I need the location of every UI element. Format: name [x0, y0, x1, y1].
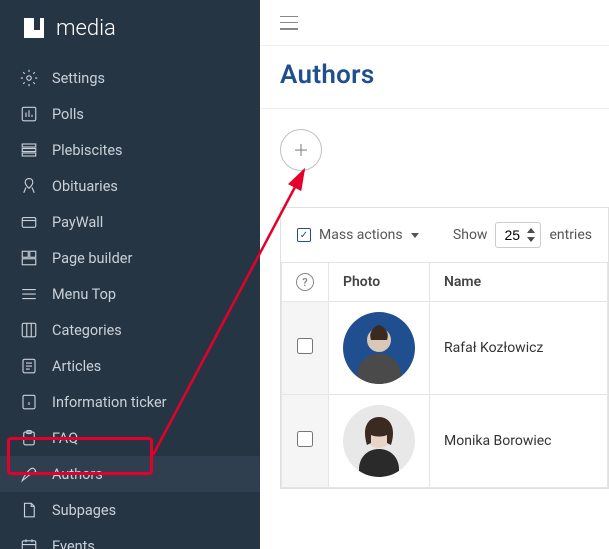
- sidebar-item-menu-top[interactable]: Menu Top: [0, 276, 260, 312]
- add-button[interactable]: [280, 129, 322, 171]
- sidebar-item-label: Events: [52, 538, 95, 549]
- sidebar-item-label: Plebiscites: [52, 142, 123, 159]
- panel-controls: ✓ Mass actions Show 25 entries: [281, 222, 608, 262]
- column-name[interactable]: Name: [430, 263, 608, 302]
- sidebar-item-label: Authors: [52, 466, 103, 483]
- list-icon: [20, 141, 38, 159]
- main-content: Authors ✓ Mass actions Show 25: [260, 0, 609, 549]
- file-icon: [20, 501, 38, 519]
- columns-icon: [20, 321, 38, 339]
- entries-selector: Show 25 entries: [453, 222, 592, 248]
- sidebar-item-plebiscites[interactable]: Plebiscites: [0, 132, 260, 168]
- column-help: ?: [282, 263, 329, 302]
- cell-name: Monika Borowiec: [430, 395, 608, 488]
- select-sort-icon: [527, 228, 535, 242]
- row-checkbox[interactable]: [297, 338, 313, 354]
- table-row: Monika Borowiec: [282, 395, 608, 488]
- mass-actions-checkbox-icon: ✓: [297, 228, 311, 242]
- brand: media: [0, 0, 260, 60]
- sidebar-item-label: PayWall: [52, 214, 103, 231]
- sidebar-item-label: Articles: [52, 358, 101, 375]
- avatar: [343, 405, 415, 477]
- info-icon: [20, 393, 38, 411]
- sidebar-item-label: Settings: [52, 70, 105, 87]
- menu-toggle-icon[interactable]: [280, 16, 298, 30]
- sidebar-item-label: Menu Top: [52, 286, 116, 303]
- help-icon[interactable]: ?: [296, 273, 314, 291]
- table-row: Rafał Kozłowicz: [282, 302, 608, 395]
- sidebar-item-label: Categories: [52, 322, 122, 339]
- sidebar-item-information-ticker[interactable]: Information ticker: [0, 384, 260, 420]
- sidebar-item-articles[interactable]: Articles: [0, 348, 260, 384]
- row-checkbox[interactable]: [297, 431, 313, 447]
- sidebar-item-label: Page builder: [52, 250, 132, 267]
- clipboard-icon: [20, 429, 38, 447]
- brand-name: media: [56, 16, 116, 41]
- poll-icon: [20, 105, 38, 123]
- sidebar-item-subpages[interactable]: Subpages: [0, 492, 260, 528]
- wallet-icon: [20, 213, 38, 231]
- brand-logo-icon: [20, 14, 48, 42]
- sidebar-item-page-builder[interactable]: Page builder: [0, 240, 260, 276]
- mass-actions-dropdown[interactable]: ✓ Mass actions: [297, 227, 419, 243]
- authors-table: ? Photo Name Rafał Kozłowicz Monika Bo: [281, 262, 608, 488]
- layout-icon: [20, 249, 38, 267]
- page-title: Authors: [260, 46, 609, 109]
- plus-icon: [292, 141, 310, 159]
- show-label: Show: [453, 227, 488, 243]
- sidebar-item-authors[interactable]: Authors: [0, 456, 260, 492]
- sidebar-item-label: Polls: [52, 106, 84, 123]
- sidebar-item-settings[interactable]: Settings: [0, 60, 260, 96]
- sidebar-item-label: FAQ: [52, 430, 78, 447]
- entries-label: entries: [549, 227, 592, 243]
- avatar: [343, 312, 415, 384]
- content-body: ✓ Mass actions Show 25 entries: [260, 109, 609, 489]
- sidebar: media Settings Polls Plebiscites Obituar…: [0, 0, 260, 549]
- sidebar-item-label: Obituaries: [52, 178, 118, 195]
- sidebar-item-events[interactable]: Events: [0, 528, 260, 549]
- sidebar-item-obituaries[interactable]: Obituaries: [0, 168, 260, 204]
- pen-icon: [20, 465, 38, 483]
- sidebar-item-polls[interactable]: Polls: [0, 96, 260, 132]
- chevron-down-icon: [411, 233, 419, 238]
- column-photo[interactable]: Photo: [329, 263, 430, 302]
- mass-actions-label: Mass actions: [319, 227, 403, 243]
- data-panel: ✓ Mass actions Show 25 entries: [280, 207, 609, 489]
- menu-icon: [20, 285, 38, 303]
- topbar: [260, 0, 609, 46]
- ribbon-icon: [20, 177, 38, 195]
- sidebar-item-categories[interactable]: Categories: [0, 312, 260, 348]
- cell-name: Rafał Kozłowicz: [430, 302, 608, 395]
- calendar-icon: [20, 537, 38, 549]
- sidebar-item-faq[interactable]: FAQ: [0, 420, 260, 456]
- gear-icon: [20, 69, 38, 87]
- sidebar-item-label: Subpages: [52, 502, 116, 519]
- sidebar-nav: Settings Polls Plebiscites Obituaries Pa…: [0, 60, 260, 549]
- article-icon: [20, 357, 38, 375]
- sidebar-item-paywall[interactable]: PayWall: [0, 204, 260, 240]
- sidebar-item-label: Information ticker: [52, 394, 167, 411]
